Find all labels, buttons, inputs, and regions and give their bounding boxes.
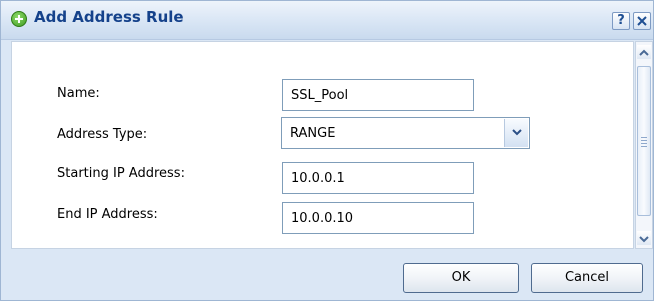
close-button[interactable] [633,12,651,30]
chevron-down-icon [512,129,522,136]
starting-ip-label: Starting IP Address: [57,166,185,181]
close-icon [637,16,647,26]
address-type-select[interactable]: RANGE [281,117,530,149]
address-type-value: RANGE [290,126,336,141]
scroll-down-icon [639,236,649,243]
end-ip-label: End IP Address: [57,207,158,222]
ok-button[interactable]: OK [403,263,519,293]
add-icon [11,11,27,27]
help-icon: ? [617,13,625,28]
dialog-titlebar: Add Address Rule ? [1,1,653,40]
scroll-up-button[interactable] [637,45,651,59]
add-address-rule-dialog: Add Address Rule ? Name: SSL_Pool Addres… [0,0,654,301]
address-type-label: Address Type: [57,127,148,142]
scrollbar-grip [641,137,647,149]
scrollbar-thumb[interactable] [637,66,651,216]
help-button[interactable]: ? [612,12,630,30]
scroll-up-icon [639,49,649,56]
cancel-button[interactable]: Cancel [531,263,643,293]
vertical-scrollbar[interactable] [635,41,653,249]
address-type-dropdown-button[interactable] [504,119,528,147]
name-input[interactable]: SSL_Pool [282,79,474,111]
scroll-down-button[interactable] [637,231,651,245]
dialog-title: Add Address Rule [34,8,184,26]
end-ip-input[interactable]: 10.0.0.10 [282,202,474,234]
starting-ip-input[interactable]: 10.0.0.1 [282,162,474,194]
name-label: Name: [57,86,100,101]
